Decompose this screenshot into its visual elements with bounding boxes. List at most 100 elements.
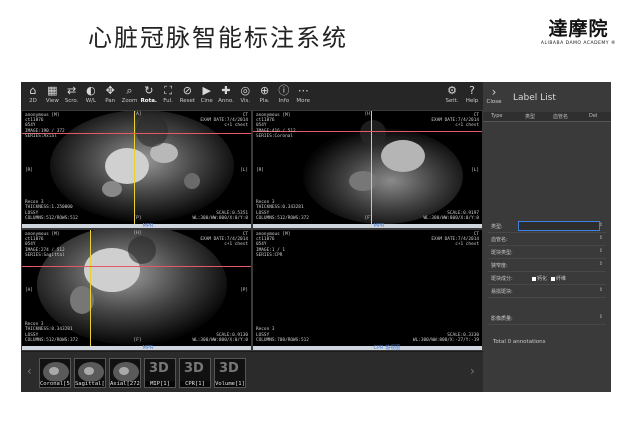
- toolbar-sett-button[interactable]: ⚙ Sett.: [441, 84, 463, 105]
- series-thumbnail[interactable]: Sagittal[512]: [74, 358, 106, 388]
- overlay-exam-info: CT EXAM DATE:7/4/2014 c+1 chest: [431, 232, 479, 248]
- form-field-label: 斑块类型:: [491, 250, 513, 256]
- dropdown-arrow-icon: ⇕: [598, 248, 603, 254]
- chevron-right-icon[interactable]: ›: [470, 364, 475, 378]
- orientation-top: [H]: [364, 112, 373, 117]
- orientation-bottom: [F]: [133, 337, 142, 343]
- view-mode-label[interactable]: CPR 轴视图: [374, 344, 401, 350]
- series-thumbnail[interactable]: 3D MIP[1]: [144, 358, 176, 388]
- dropdown-arrow-icon: ⇕: [598, 235, 603, 241]
- form-field-4[interactable]: 斑块成分: 钙化 纤维: [488, 272, 606, 285]
- orientation-top: [H]: [133, 231, 142, 236]
- col-delete: Del: [589, 113, 598, 119]
- logo-tagline: ALIBABA DAMO ACADEMY ®: [540, 41, 616, 46]
- dropdown-arrow-icon: ⇕: [598, 261, 603, 267]
- form-field-1[interactable]: 血管名: ⇕: [488, 233, 606, 246]
- orientation-left: [A]: [25, 288, 33, 293]
- series-thumbnail[interactable]: 3D Volume[1]: [214, 358, 246, 388]
- type-select[interactable]: [518, 221, 600, 231]
- toolbar: ⌂ 2D ▦ View ⇄ Scro. ◐ W/L ✥ Pan ⌕ Zoom ↻ Rota. ⛶ Ful. ⊘ R…: [21, 82, 483, 110]
- form-field-3[interactable]: 狭窄度: ⇕: [488, 259, 606, 272]
- form-field-label: 类型:: [491, 224, 503, 230]
- chevron-left-icon[interactable]: ‹: [27, 364, 32, 378]
- close-label: Close: [486, 99, 502, 105]
- settings-gear-icon: ⚙: [447, 84, 457, 97]
- checkbox[interactable]: [532, 276, 536, 281]
- orientation-right: [L]: [471, 167, 479, 173]
- label-list-panel: › Close Label List Type 类型 血管名 Del 类型: ⇕ 血…: [483, 82, 611, 392]
- thumbnail-label: Coronal[512]: [40, 381, 70, 387]
- orientation-bottom: [P]: [133, 215, 142, 221]
- orientation-bottom: [F]: [364, 215, 373, 221]
- viewport-coronal[interactable]: anonymous [M] ct11876 054Y IMAGE:416 / 5…: [252, 110, 483, 229]
- overlay-exam-info: CT EXAM DATE:7/4/2014 c+1 chest: [200, 113, 248, 129]
- checkbox-label: 纤维: [556, 276, 567, 282]
- series-thumbnail[interactable]: 3D CPR[1]: [179, 358, 211, 388]
- overlay-series-info: Recon 3 THICKNESS:0.343281 LOSSY COLUMNS…: [256, 200, 309, 221]
- viewport-axial[interactable]: anonymous [M] ct11876 054Y IMAGE:190 / 3…: [21, 110, 252, 229]
- form-field-label: 斑块成分:: [491, 276, 513, 282]
- toolbar-button-label: Sett.: [445, 98, 459, 104]
- overlay-exam-info: CT EXAM DATE:7/4/2014 c+1 chest: [431, 113, 479, 129]
- dropdown-arrow-icon: ⇕: [598, 314, 603, 320]
- overlay-patient-info: anonymous [M] ct11876 054Y IMAGE:274 / 5…: [25, 232, 65, 258]
- overlay-scale-info: SCALE:0.9197 WL:300/WW:800/X:0/Y:0: [423, 210, 479, 221]
- thumbnail-label: MIP[1]: [145, 381, 175, 387]
- overlay-exam-info: CT EXAM DATE:7/4/2014 c+1 chest: [200, 232, 248, 248]
- overlay-patient-info: anonymous [M] ct11876 054Y IMAGE:416 / 5…: [256, 113, 296, 139]
- 3d-icon: 3D: [184, 361, 204, 376]
- series-thumbnail[interactable]: Axial[272]: [109, 358, 141, 388]
- checkbox[interactable]: [551, 276, 556, 281]
- overlay-scale-info: SCALE:0.3330 WL:300/WW:800/X:-27/Y:-19: [412, 332, 479, 343]
- toolbar-button-label: More: [296, 98, 310, 104]
- overlay-series-info: Recon 3 LOSSY COLUMNS:708/ROWS:512: [256, 327, 309, 343]
- form-field-0[interactable]: 类型: ⇕: [488, 220, 606, 233]
- overlay-series-info: Recon 3 THICKNESS:1.250000 LOSSY COLUMNS…: [25, 200, 78, 221]
- damo-academy-logo: 達摩院 ALIBABA DAMO ACADEMY ®: [541, 14, 616, 46]
- col-type: Type: [491, 113, 503, 119]
- label-list-title: Label List: [513, 93, 556, 103]
- total-annotations: Total 0 annotations: [493, 339, 546, 345]
- form-field-label: 易损斑块:: [491, 289, 513, 295]
- form-field-5[interactable]: 易损斑块: ⇕: [488, 285, 606, 298]
- orientation-right: [L]: [240, 167, 248, 173]
- orientation-left: [R]: [25, 167, 33, 173]
- dropdown-arrow-icon: ⇕: [598, 287, 603, 293]
- dropdown-arrow-icon: ⇕: [598, 222, 603, 228]
- series-strip: ‹ › Coronal[512]Sagittal[512]Axial[272]3…: [21, 352, 483, 392]
- dicom-viewer-app: ⌂ 2D ▦ View ⇄ Scro. ◐ W/L ✥ Pan ⌕ Zoom ↻ Rota. ⛶ Ful. ⊘ R…: [21, 82, 611, 392]
- form-field-2[interactable]: 斑块类型: ⇕: [488, 246, 606, 259]
- form-field-label: 影像质量:: [491, 316, 513, 322]
- overlay-series-info: Recon 3 THICKNESS:0.343281 LOSSY COLUMNS…: [25, 322, 78, 343]
- thumbnail-label: Sagittal[512]: [75, 381, 105, 387]
- overlay-patient-info: anonymous [M] ct11876 054Y IMAGE:1 / 1 S…: [256, 232, 291, 258]
- viewport-cpr[interactable]: anonymous [M] ct11876 054Y IMAGE:1 / 1 S…: [252, 229, 483, 351]
- thumbnail-label: Axial[272]: [110, 381, 141, 387]
- slice-slider[interactable]: [253, 346, 482, 350]
- view-mode-label[interactable]: MPR: [143, 345, 154, 350]
- chevron-right-icon: ›: [491, 85, 497, 99]
- viewport-sagittal[interactable]: anonymous [M] ct11876 054Y IMAGE:274 / 5…: [21, 229, 252, 351]
- slice-slider[interactable]: [253, 224, 482, 228]
- checkbox-label: 钙化: [537, 276, 548, 282]
- slide-title: 心脏冠脉智能标注系统: [88, 24, 348, 52]
- label-list-header: Type 类型 血管名 Del: [483, 112, 611, 122]
- 3d-icon: 3D: [219, 361, 239, 376]
- orientation-left: [R]: [256, 167, 264, 173]
- overlay-scale-info: SCALE:0.5351 WL:300/WW:800/X:0/Y:0: [192, 210, 248, 221]
- close-panel-button[interactable]: › Close: [485, 85, 503, 105]
- toolbar-button-label: Help: [465, 98, 479, 104]
- orientation-right: [P]: [240, 288, 248, 293]
- slice-slider[interactable]: [22, 346, 251, 350]
- toolbar-more-button[interactable]: ⋯ More: [292, 84, 314, 105]
- more-icon: ⋯: [297, 84, 309, 97]
- 3d-icon: 3D: [149, 361, 169, 376]
- toolbar-help-button[interactable]: ? Help: [461, 84, 483, 105]
- logo-text: 達摩院: [548, 18, 609, 40]
- col-category: 类型: [525, 114, 536, 120]
- series-thumbnail[interactable]: Coronal[512]: [39, 358, 71, 388]
- slice-slider[interactable]: [22, 224, 251, 228]
- thumbnail-label: Volume[1]: [215, 381, 245, 387]
- form-field-6[interactable]: 影像质量: ⇕: [488, 312, 606, 325]
- help-icon: ?: [469, 84, 475, 97]
